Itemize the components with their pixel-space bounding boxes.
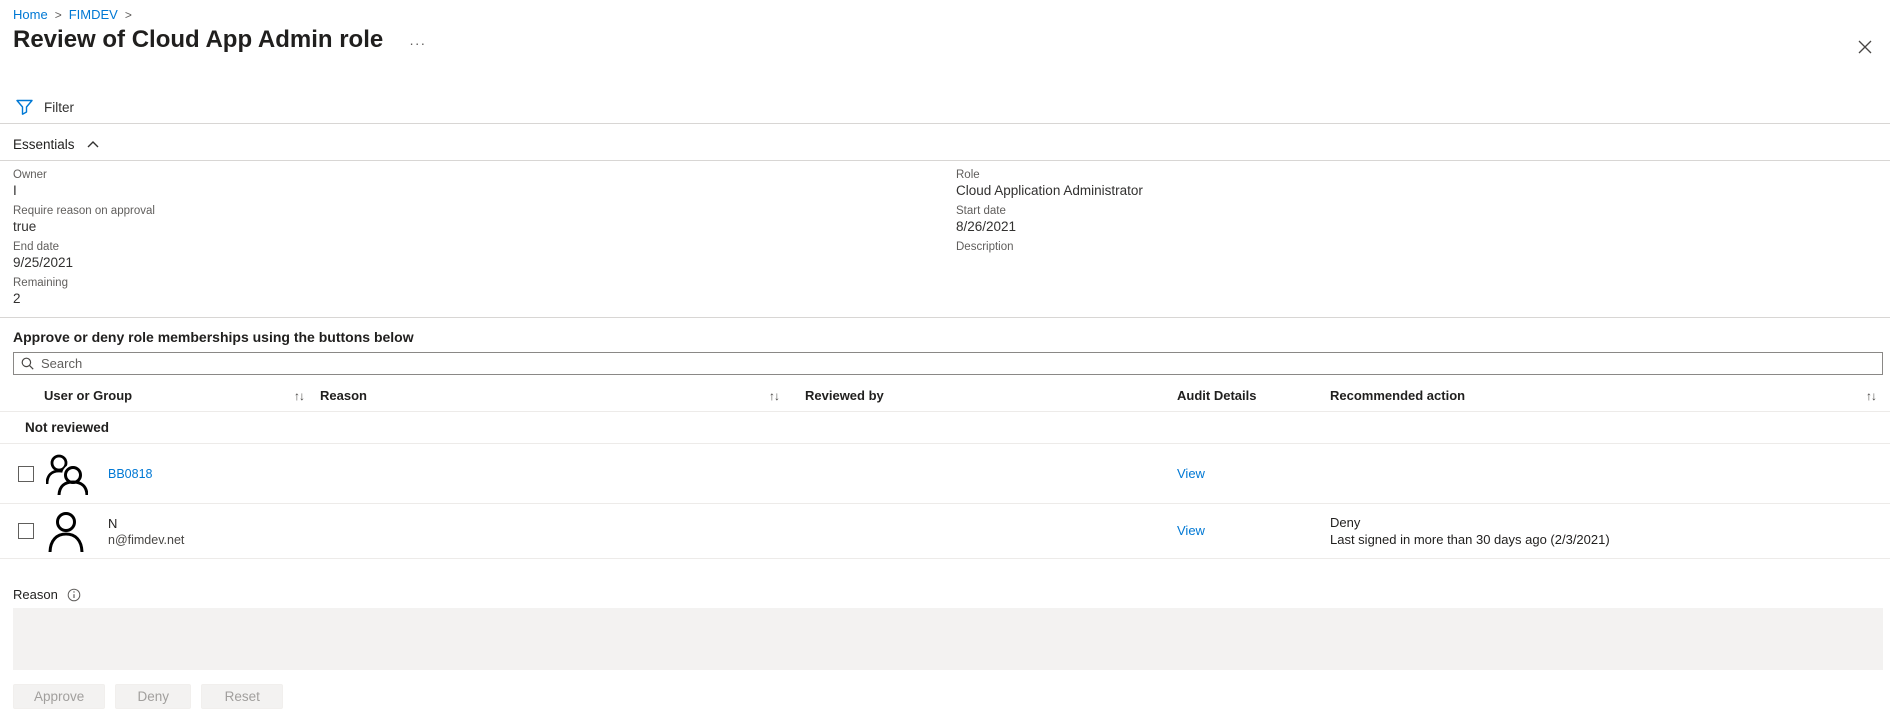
table-row: BB0818 View [0, 444, 1890, 504]
essentials-field-require-reason: Require reason on approval true [13, 204, 956, 235]
field-label: Owner [13, 168, 956, 182]
access-review-page: Home > FIMDEV > Review of Cloud App Admi… [0, 0, 1890, 715]
search-box[interactable] [13, 352, 1883, 375]
essentials-field-end-date: End date 9/25/2021 [13, 240, 956, 271]
essentials-left-column: Owner I Require reason on approval true … [13, 168, 956, 312]
essentials-panel: Owner I Require reason on approval true … [13, 168, 1890, 312]
column-label: Audit Details [1177, 388, 1256, 403]
more-options-icon[interactable]: ··· [409, 35, 426, 51]
essentials-field-remaining: Remaining 2 [13, 276, 956, 307]
memberships-table: User or Group ↑↓ Reason ↑↓ Reviewed by A… [0, 380, 1890, 559]
group-header-not-reviewed: Not reviewed [0, 412, 1890, 444]
breadcrumb-home-link[interactable]: Home [13, 7, 48, 22]
user-or-group-cell: N n@fimdev.net [108, 515, 320, 548]
column-header-reason[interactable]: Reason ↑↓ [320, 388, 805, 403]
row-checkbox[interactable] [18, 466, 34, 482]
field-label: Description [956, 240, 1890, 254]
approve-button[interactable]: Approve [13, 684, 105, 709]
column-header-audit-details[interactable]: Audit Details [1177, 388, 1330, 403]
deny-button[interactable]: Deny [115, 684, 191, 709]
column-header-user-or-group[interactable]: User or Group ↑↓ [0, 388, 320, 403]
filter-button[interactable]: Filter [16, 99, 74, 115]
field-value: 9/25/2021 [13, 254, 956, 271]
essentials-right-column: Role Cloud Application Administrator Sta… [956, 168, 1890, 312]
breadcrumb: Home > FIMDEV > [13, 7, 132, 22]
column-header-recommended-action[interactable]: Recommended action ↑↓ [1330, 388, 1890, 403]
essentials-field-owner: Owner I [13, 168, 956, 199]
essentials-field-role: Role Cloud Application Administrator [956, 168, 1890, 199]
breadcrumb-separator: > [55, 8, 62, 22]
field-label: Require reason on approval [13, 204, 956, 218]
field-label: Role [956, 168, 1890, 182]
recommended-action-cell: Deny Last signed in more than 30 days ag… [1330, 514, 1890, 548]
view-audit-link[interactable]: View [1177, 466, 1205, 481]
column-label: Reason [320, 388, 367, 403]
audit-details-cell: View [1177, 465, 1330, 483]
field-label: Remaining [13, 276, 956, 290]
field-value: Cloud Application Administrator [956, 182, 1890, 199]
group-icon [44, 453, 108, 495]
essentials-field-start-date: Start date 8/26/2021 [956, 204, 1890, 235]
row-checkbox[interactable] [18, 523, 34, 539]
row-select-cell [0, 523, 44, 539]
field-value: 8/26/2021 [956, 218, 1890, 235]
field-value: 2 [13, 290, 956, 307]
row-select-cell [0, 466, 44, 482]
breadcrumb-fimdev-link[interactable]: FIMDEV [69, 7, 118, 22]
column-label: Reviewed by [805, 388, 884, 403]
close-icon[interactable] [1857, 39, 1873, 55]
info-icon[interactable] [67, 588, 81, 602]
divider [0, 123, 1890, 124]
view-audit-link[interactable]: View [1177, 523, 1205, 538]
column-label: User or Group [44, 388, 132, 403]
reason-field-header: Reason [13, 587, 81, 602]
essentials-label: Essentials [13, 137, 75, 152]
search-input[interactable] [41, 356, 1875, 371]
person-icon [44, 510, 108, 552]
reason-textarea[interactable] [13, 608, 1883, 670]
sort-icon[interactable]: ↑↓ [1866, 389, 1876, 403]
field-value [956, 254, 1890, 271]
user-name: N [108, 515, 320, 532]
table-row: N n@fimdev.net View Deny Last signed in … [0, 504, 1890, 559]
user-or-group-cell: BB0818 [108, 465, 320, 483]
divider [0, 160, 1890, 161]
audit-details-cell: View [1177, 522, 1330, 540]
filter-icon [16, 99, 33, 115]
search-icon [21, 357, 34, 370]
sort-icon[interactable]: ↑↓ [294, 389, 304, 403]
filter-label: Filter [44, 100, 74, 115]
action-buttons: Approve Deny Reset [13, 684, 283, 709]
essentials-field-description: Description [956, 240, 1890, 271]
field-label: End date [13, 240, 956, 254]
field-value: true [13, 218, 956, 235]
user-upn: n@fimdev.net [108, 532, 320, 548]
column-header-reviewed-by[interactable]: Reviewed by [805, 388, 1177, 403]
review-section-title: Approve or deny role memberships using t… [13, 329, 414, 345]
reset-button[interactable]: Reset [201, 684, 283, 709]
page-title: Review of Cloud App Admin role [13, 26, 383, 54]
field-value: I [13, 182, 956, 199]
chevron-up-icon [87, 141, 99, 148]
essentials-toggle[interactable]: Essentials [13, 137, 99, 152]
reason-label: Reason [13, 587, 58, 602]
column-label: Recommended action [1330, 388, 1465, 403]
recommended-detail: Last signed in more than 30 days ago (2/… [1330, 531, 1890, 548]
group-name-link[interactable]: BB0818 [108, 467, 152, 481]
title-row: Review of Cloud App Admin role ··· [13, 26, 426, 54]
recommended-action: Deny [1330, 514, 1890, 531]
divider [0, 317, 1890, 318]
table-header: User or Group ↑↓ Reason ↑↓ Reviewed by A… [0, 380, 1890, 412]
breadcrumb-separator: > [125, 8, 132, 22]
field-label: Start date [956, 204, 1890, 218]
sort-icon[interactable]: ↑↓ [769, 389, 779, 403]
group-label: Not reviewed [25, 420, 109, 435]
